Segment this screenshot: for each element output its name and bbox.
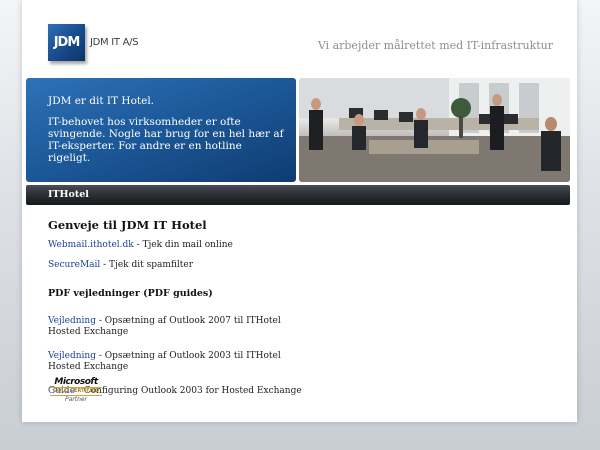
guide-outlook-2003-link[interactable]: Vejledning xyxy=(48,351,96,361)
office-photo-illustration xyxy=(299,78,570,182)
badge-level: GOLD CERTIFIED xyxy=(50,387,102,396)
logo-text: JDM xyxy=(53,35,81,50)
jdm-logo[interactable]: JDM xyxy=(48,24,85,61)
guide-outlook-2007: Vejledning - Opsætning af Outlook 2007 t… xyxy=(48,316,308,338)
guide-outlook-2007-link[interactable]: Vejledning xyxy=(48,316,96,326)
intro-line1: JDM er dit IT Hotel. xyxy=(48,95,155,107)
shortcut-securemail: SecureMail - Tjek dit spamfilter xyxy=(48,260,308,271)
microsoft-gold-partner-badge: Microsoft GOLD CERTIFIED Partner xyxy=(50,377,102,405)
tagline: Vi arbejder målrettet med IT-infrastrukt… xyxy=(317,39,553,52)
shortcuts-heading: Genveje til JDM IT Hotel xyxy=(48,218,207,232)
webmail-desc: - Tjek din mail online xyxy=(133,240,233,250)
nav-item-ithotel[interactable]: ITHotel xyxy=(48,189,89,200)
shortcut-webmail: Webmail.ithotel.dk - Tjek din mail onlin… xyxy=(48,240,308,251)
securemail-link[interactable]: SecureMail xyxy=(48,260,100,270)
badge-partner: Partner xyxy=(64,396,88,403)
webmail-link[interactable]: Webmail.ithotel.dk xyxy=(48,240,134,250)
guide-outlook-2003: Vejledning - Opsætning af Outlook 2003 t… xyxy=(48,351,308,373)
office-photo xyxy=(299,78,570,182)
guide-outlook-2003-en-desc: - Configuring Outlook 2003 for Hosted Ex… xyxy=(74,386,302,396)
pdf-guides-heading: PDF vejledninger (PDF guides) xyxy=(48,288,213,299)
nav-bar: ITHotel xyxy=(26,185,570,205)
securemail-desc: - Tjek dit spamfilter xyxy=(100,260,194,270)
page-container: JDM JDM IT A/S Vi arbejder målrettet med… xyxy=(22,0,577,422)
company-name: JDM IT A/S xyxy=(90,37,139,48)
main-content: Genveje til JDM IT Hotel Webmail.ithotel… xyxy=(48,218,308,397)
badge-brand: Microsoft xyxy=(54,377,98,387)
intro-banner: JDM er dit IT Hotel. IT-behovet hos virk… xyxy=(26,78,296,182)
intro-line2: IT-behovet hos virksomheder er ofte svin… xyxy=(48,116,284,164)
